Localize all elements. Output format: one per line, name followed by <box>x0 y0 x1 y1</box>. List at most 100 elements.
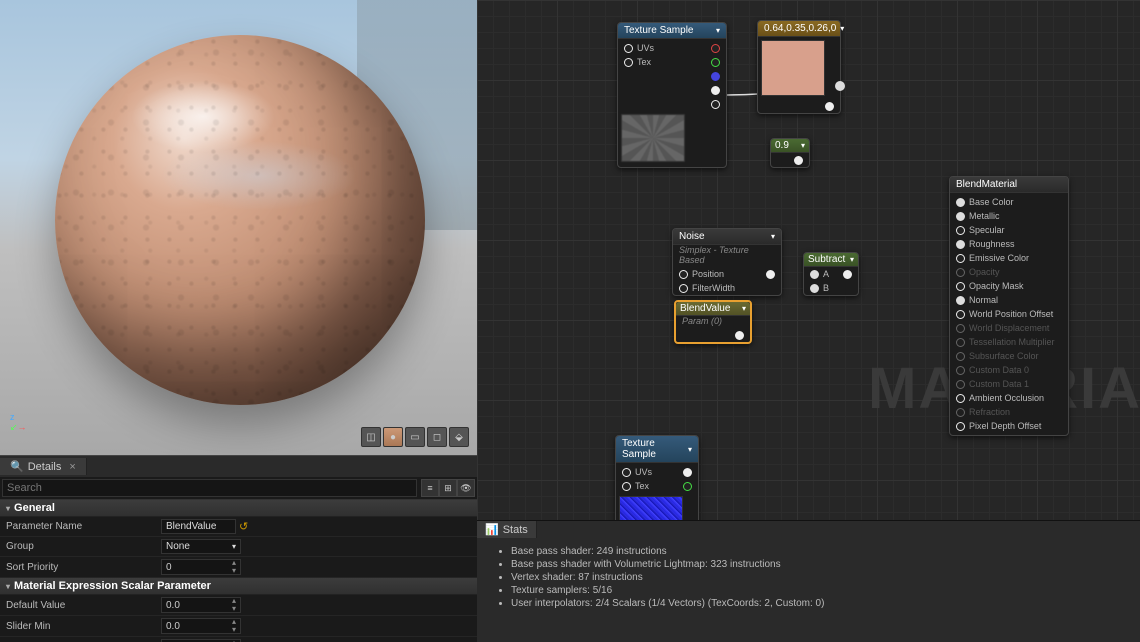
output-pin[interactable] <box>683 482 692 491</box>
node-constant-scalar[interactable]: 0.9▾ <box>770 138 810 168</box>
output-pin[interactable] <box>711 72 720 81</box>
input-pin[interactable] <box>956 254 965 263</box>
output-pin[interactable] <box>711 58 720 67</box>
node-title: Texture Sample <box>622 438 684 460</box>
color-swatch[interactable] <box>761 40 825 96</box>
input-pin[interactable] <box>622 468 631 477</box>
input-pin[interactable] <box>622 482 631 491</box>
output-pin-row: World Position Offset <box>950 307 1068 321</box>
input-pin[interactable] <box>956 324 965 333</box>
eye-filter-icon[interactable]: 👁 <box>457 479 475 497</box>
output-pin-row: Base Color <box>950 195 1068 209</box>
shape-sphere-button[interactable]: ● <box>383 427 403 447</box>
pin-label: Custom Data 1 <box>969 379 1029 389</box>
details-panel: GeneralParameter Name↺GroupNone▾Sort Pri… <box>0 500 477 642</box>
output-pin[interactable] <box>825 102 834 111</box>
category-header[interactable]: Material Expression Scalar Parameter <box>0 578 477 595</box>
node-subtract[interactable]: Subtract▾ A B <box>803 252 859 296</box>
input-pin[interactable] <box>956 268 965 277</box>
output-pin[interactable] <box>711 100 720 109</box>
pin-label: Opacity <box>969 267 1000 277</box>
input-pin[interactable] <box>956 408 965 417</box>
node-texture-sample-1[interactable]: Texture Sample▾ UVs Tex <box>617 22 727 168</box>
details-tab[interactable]: 🔍 Details × <box>0 458 87 475</box>
category-header[interactable]: General <box>0 500 477 517</box>
grid-view-icon[interactable]: ⊞ <box>439 479 457 497</box>
input-pin[interactable] <box>956 380 965 389</box>
property-label: Parameter Name <box>6 521 161 532</box>
input-pin[interactable] <box>956 422 965 431</box>
reset-icon[interactable]: ↺ <box>239 520 248 533</box>
input-pin[interactable] <box>624 58 633 67</box>
chevron-down-icon[interactable]: ▾ <box>801 141 805 150</box>
output-pin[interactable] <box>683 468 692 477</box>
chevron-down-icon[interactable]: ▾ <box>742 304 746 313</box>
list-view-icon[interactable]: ≡ <box>421 479 439 497</box>
node-noise[interactable]: Noise▾ Simplex - Texture Based Position … <box>672 228 782 296</box>
shape-custom-button[interactable]: ⬙ <box>449 427 469 447</box>
property-row: Slider Min0.0▴▾ <box>0 616 477 637</box>
shape-cube-button[interactable]: ◻ <box>427 427 447 447</box>
output-pin[interactable] <box>766 270 775 279</box>
chevron-down-icon[interactable]: ▾ <box>840 24 844 33</box>
input-pin[interactable] <box>679 284 688 293</box>
node-constant-vector[interactable]: 0.64,0.35,0.26,0▾ <box>757 20 841 114</box>
pin-label: Tex <box>635 481 649 491</box>
node-title: BlendMaterial <box>956 179 1017 190</box>
input-pin[interactable] <box>956 212 965 221</box>
input-pin[interactable] <box>956 296 965 305</box>
search-icon: 🔍 <box>10 460 24 473</box>
node-blend-value[interactable]: BlendValue▾ Param (0) <box>674 300 752 344</box>
property-spinner[interactable]: 0.0▴▾ <box>161 618 241 634</box>
input-pin[interactable] <box>956 198 965 207</box>
details-tab-label: Details <box>28 461 62 473</box>
node-texture-sample-2[interactable]: Texture Sample▾ UVs Tex <box>615 435 699 520</box>
input-pin[interactable] <box>956 282 965 291</box>
stats-line: User interpolators: 2/4 Scalars (1/4 Vec… <box>511 598 1120 609</box>
chevron-down-icon[interactable]: ▾ <box>771 232 775 241</box>
output-pin-row: Custom Data 1 <box>950 377 1068 391</box>
close-icon[interactable]: × <box>69 461 75 473</box>
input-pin[interactable] <box>956 352 965 361</box>
property-spinner[interactable]: 0.0▴▾ <box>161 597 241 613</box>
material-graph[interactable]: MATERIA Texture Sample▾ UVs Tex 0.64,0.3… <box>477 0 1140 520</box>
pin-label: Specular <box>969 225 1005 235</box>
pin-label: Pixel Depth Offset <box>969 421 1041 431</box>
input-pin[interactable] <box>810 270 819 279</box>
output-pin[interactable] <box>711 44 720 53</box>
input-pin[interactable] <box>624 44 633 53</box>
chevron-down-icon[interactable]: ▾ <box>688 445 692 454</box>
stats-tab[interactable]: 📊 Stats <box>477 521 537 538</box>
property-label: Default Value <box>6 600 161 611</box>
input-pin[interactable] <box>956 394 965 403</box>
property-dropdown[interactable]: None▾ <box>161 539 241 554</box>
output-pin[interactable] <box>711 86 720 95</box>
stats-line: Base pass shader with Volumetric Lightma… <box>511 559 1120 570</box>
output-pin[interactable] <box>843 270 852 279</box>
property-label: Sort Priority <box>6 562 161 573</box>
output-pin[interactable] <box>735 331 744 340</box>
input-pin[interactable] <box>679 270 688 279</box>
texture-preview <box>621 114 685 162</box>
shape-cylinder-button[interactable]: ◫ <box>361 427 381 447</box>
property-row: Parameter Name ↺ <box>0 517 477 537</box>
details-search-input[interactable] <box>2 479 417 497</box>
property-text-input[interactable] <box>161 519 236 534</box>
node-material-output[interactable]: BlendMaterial Base ColorMetallicSpecular… <box>949 176 1069 436</box>
material-preview[interactable]: z↙→ ◫ ● ▭ ◻ ⬙ <box>0 0 477 455</box>
chevron-down-icon[interactable]: ▾ <box>850 255 854 264</box>
input-pin[interactable] <box>956 240 965 249</box>
property-spinner[interactable]: 0▴▾ <box>161 559 241 575</box>
input-pin[interactable] <box>956 366 965 375</box>
pin-label: Custom Data 0 <box>969 365 1029 375</box>
output-pin[interactable] <box>835 81 845 91</box>
shape-plane-button[interactable]: ▭ <box>405 427 425 447</box>
property-label: Slider Min <box>6 621 161 632</box>
input-pin[interactable] <box>956 226 965 235</box>
input-pin[interactable] <box>956 310 965 319</box>
input-pin[interactable] <box>810 284 819 293</box>
node-subtitle: Param (0) <box>676 316 750 328</box>
input-pin[interactable] <box>956 338 965 347</box>
output-pin[interactable] <box>794 156 803 165</box>
chevron-down-icon[interactable]: ▾ <box>716 26 720 35</box>
